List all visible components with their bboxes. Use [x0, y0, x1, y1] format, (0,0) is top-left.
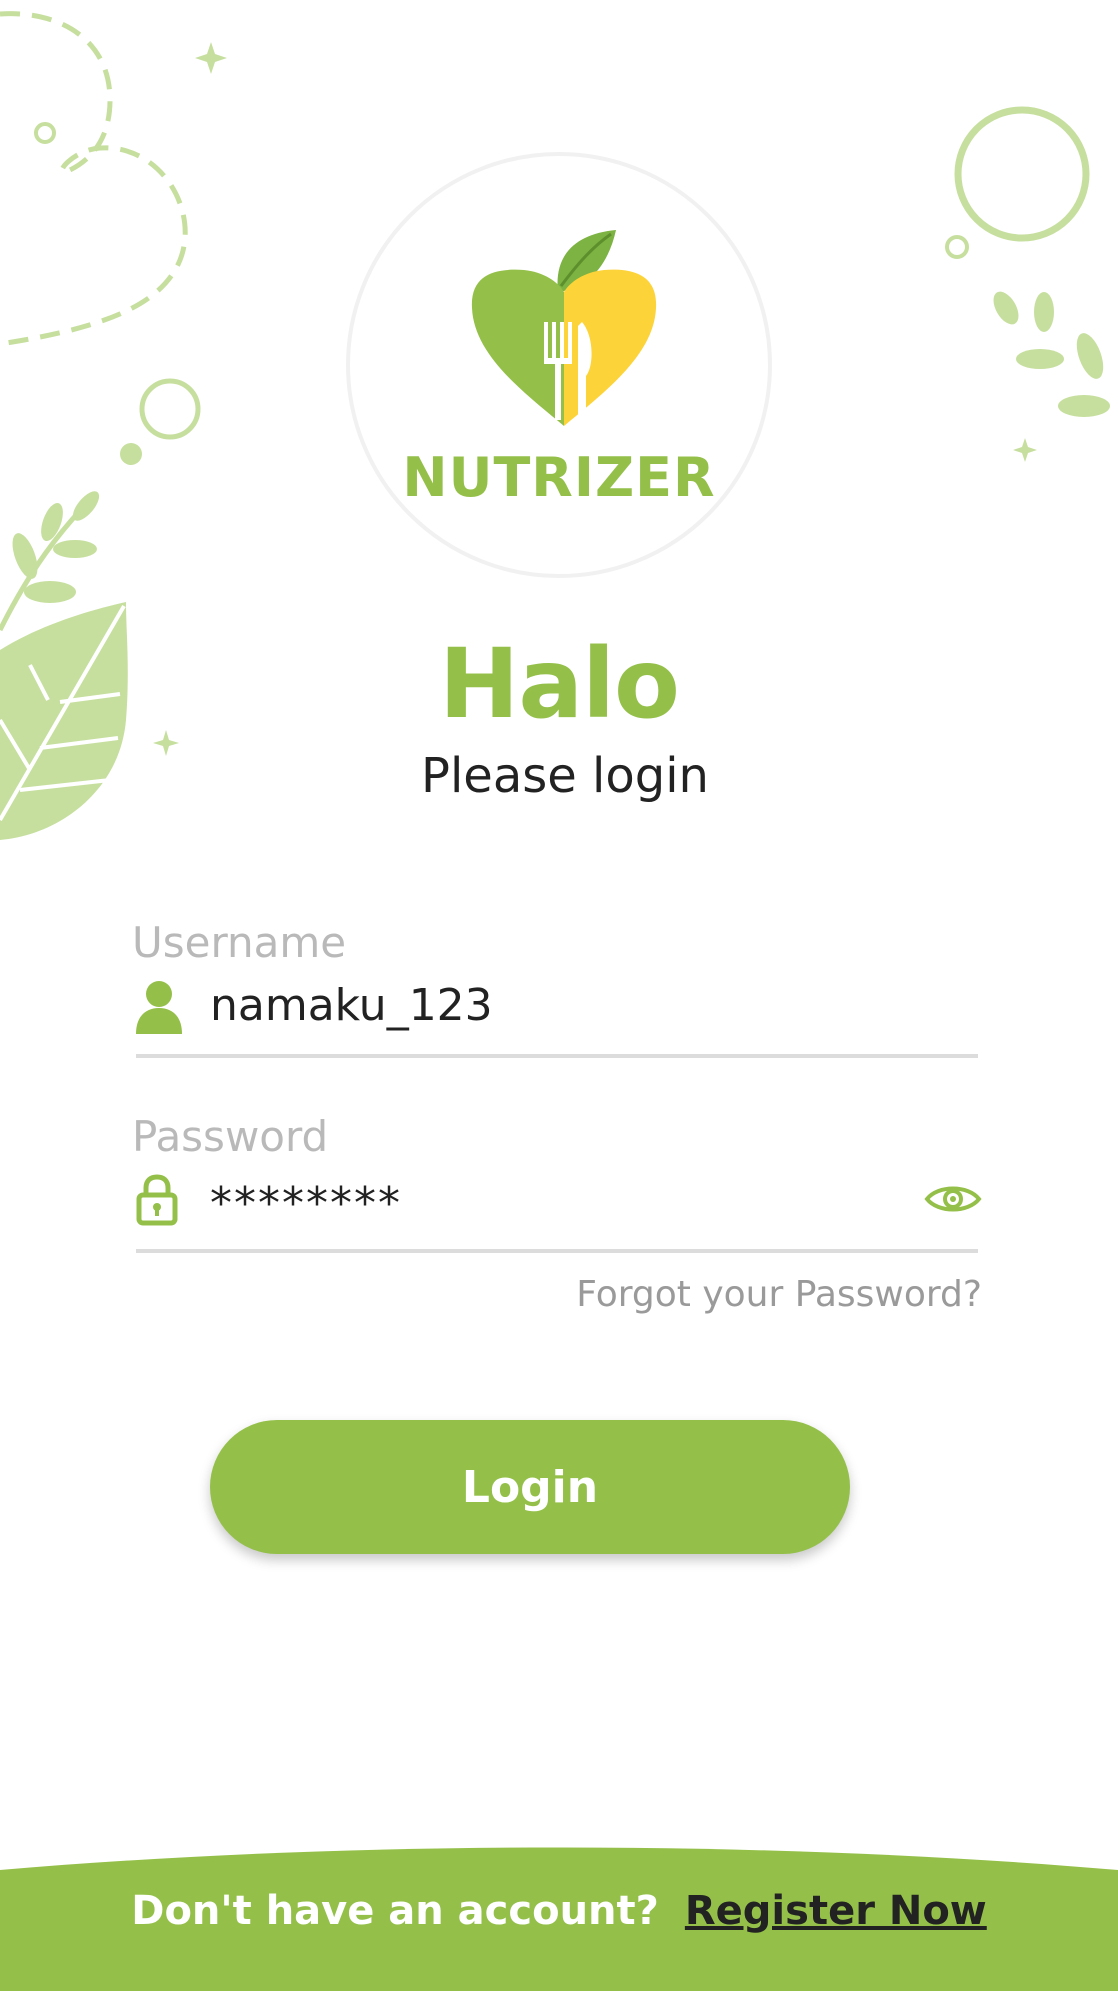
username-input[interactable]: namaku_123: [210, 980, 493, 1031]
username-underline: [136, 1054, 978, 1058]
register-question: Don't have an account?: [131, 1888, 659, 1934]
eye-icon[interactable]: [924, 1182, 982, 1216]
ring-decoration: [139, 378, 201, 440]
user-icon: [136, 981, 182, 1034]
sparkle-decoration-3: [1013, 438, 1037, 462]
password-underline: [136, 1249, 978, 1253]
username-label: Username: [132, 918, 347, 967]
forgot-password-link[interactable]: Forgot your Password?: [576, 1274, 982, 1315]
brand-name: NUTRIZER: [402, 446, 716, 509]
dashed-swirl-decoration: [0, 11, 188, 347]
dot-decoration: [120, 443, 142, 465]
small-ring-decoration: [34, 122, 56, 144]
small-ring-decoration-2: [945, 235, 969, 259]
password-label: Password: [132, 1112, 329, 1161]
login-button[interactable]: Login: [210, 1420, 850, 1554]
nutrizer-logo-icon: [471, 230, 657, 426]
register-prompt: Don't have an account? Register Now: [0, 1888, 1118, 1934]
lock-icon: [136, 1174, 178, 1226]
large-ring-decoration: [954, 106, 1090, 242]
sparkle-decoration: [195, 42, 227, 74]
greeting-subtitle: Please login: [421, 748, 709, 804]
sprig-decoration: [0, 493, 97, 632]
greeting-title: Halo: [439, 628, 680, 740]
register-now-link[interactable]: Register Now: [685, 1888, 987, 1934]
password-input[interactable]: ********: [210, 1178, 402, 1229]
